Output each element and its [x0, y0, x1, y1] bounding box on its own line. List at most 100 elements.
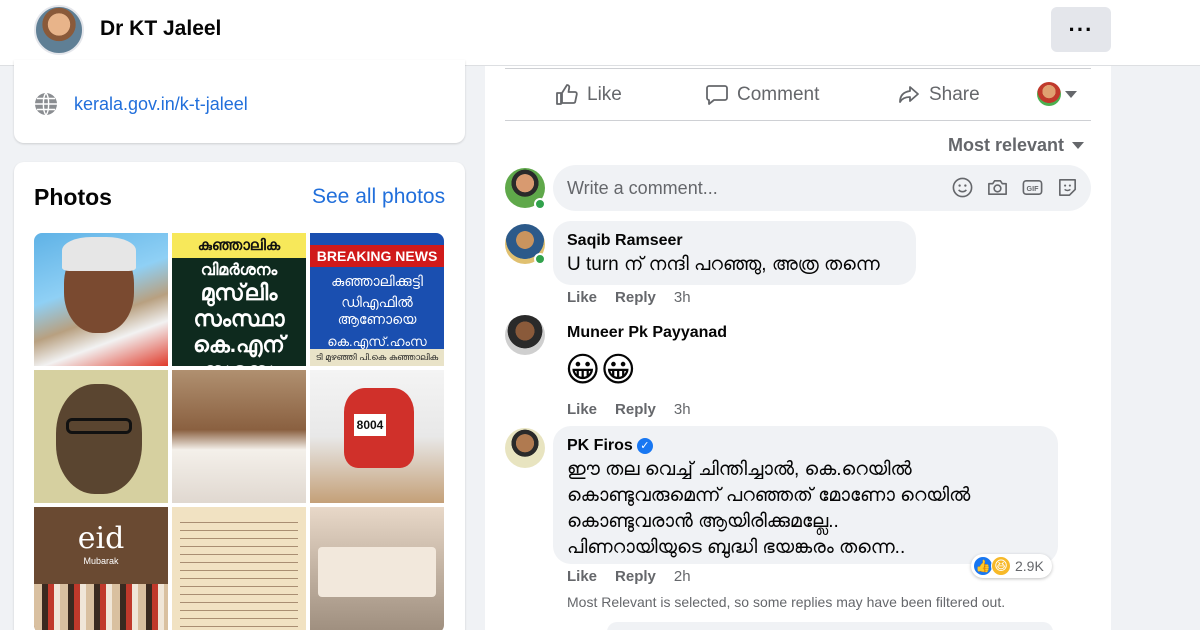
photo-text: സസ്പെ — [172, 358, 306, 366]
divider — [505, 120, 1091, 121]
comment-bubble — [607, 622, 1053, 630]
share-button[interactable]: Share — [897, 82, 980, 108]
comment-timestamp[interactable]: 2h — [674, 568, 691, 585]
crowd-figure — [34, 584, 168, 630]
comment-icon — [706, 85, 728, 105]
post-panel: Like Comment Share Most relevant Write a… — [485, 66, 1111, 630]
comment-timestamp[interactable]: 3h — [674, 289, 691, 306]
photo-text: കുഞ്ഞാലിക്കുട്ടി — [331, 273, 423, 289]
photo-thumbnail[interactable] — [310, 507, 444, 630]
like-button[interactable]: Like — [555, 82, 622, 108]
photo-thumbnail[interactable] — [172, 507, 306, 630]
comment-reply-button[interactable]: Reply — [615, 289, 656, 306]
comment-line: കൊണ്ടുവരുമെന്ന് പറഞ്ഞത് മോണോ റെയിൽ — [567, 485, 971, 506]
photo-text: കെ.എന് — [193, 332, 285, 357]
haha-reaction-icon: 😆 — [991, 556, 1011, 576]
photo-text: കുഞ്ഞാലിക — [172, 233, 306, 258]
comment-placeholder: Write a comment... — [567, 178, 718, 198]
caret-down-icon — [1065, 90, 1077, 98]
comment-actions: Like Reply 3h — [567, 289, 691, 306]
online-indicator — [534, 198, 546, 210]
sort-label: Most relevant — [948, 135, 1065, 155]
photo-text: ഡിഎഫിൽ ആണോയെ — [337, 294, 417, 327]
comment-input[interactable]: Write a comment... GIF — [553, 165, 1091, 211]
comment-bubble: PK Firos ✓ ഈ തല വെച്ച് ചിന്തിച്ചാൽ, കെ.റെ… — [553, 426, 1058, 564]
comment-button[interactable]: Comment — [705, 82, 819, 108]
photo-text: BREAKING NEWS — [310, 245, 444, 267]
photo-thumbnail[interactable] — [172, 370, 306, 503]
photos-title: Photos — [34, 184, 112, 210]
comment-text: U turn ന് നന്ദി പറഞ്ഞു, അത്ര തന്നെ — [567, 254, 880, 275]
photo-thumbnail[interactable]: 8004 — [310, 370, 444, 503]
comment-like-button[interactable]: Like — [567, 401, 597, 418]
share-label: Share — [929, 84, 980, 105]
comment-reply-button[interactable]: Reply — [615, 401, 656, 418]
photo-thumbnail[interactable]: eid Mubarak — [34, 507, 168, 630]
portrait-face — [56, 384, 142, 494]
comment-label: Comment — [737, 84, 820, 105]
page-header: Dr KT Jaleel ··· — [0, 0, 1200, 66]
camera-icon[interactable] — [986, 176, 1009, 199]
comment-like-button[interactable]: Like — [567, 568, 597, 585]
online-indicator — [534, 253, 546, 265]
comment-line: ഈ തല വെച്ച് ചിന്തിച്ചാൽ, കെ.റെയിൽ — [567, 459, 912, 480]
comment-author[interactable]: Muneer Pk Payyanad — [567, 324, 727, 342]
see-all-photos-link[interactable]: See all photos — [312, 185, 445, 209]
filter-notice: Most Relevant is selected, so some repli… — [567, 594, 1006, 610]
comment-reply-button[interactable]: Reply — [615, 568, 656, 585]
globe-icon — [35, 92, 57, 116]
photo-text: വിമർശനം — [200, 262, 278, 279]
photo-text: eid — [77, 521, 125, 556]
svg-text:GIF: GIF — [1027, 185, 1040, 193]
comment-like-button[interactable]: Like — [567, 289, 597, 306]
comment-actions: Like Reply 3h — [567, 401, 691, 418]
photo-grid: കുഞ്ഞാലിക വിമർശനം മുസ്‌ലിം സംസ്ഥാ കെ.എന്… — [34, 233, 444, 630]
photo-thumbnail[interactable] — [34, 233, 168, 366]
comment-text: ഈ തല വെച്ച് ചിന്തിച്ചാൽ, കെ.റെയിൽ കൊണ്ടു… — [567, 457, 970, 561]
photo-thumbnail[interactable]: BREAKING NEWS കുഞ്ഞാലിക്കുട്ടി ഡിഎഫിൽ ആണ… — [310, 233, 444, 366]
reaction-summary[interactable]: 👍 😆 2.9K — [971, 554, 1052, 578]
photo-text: സംസ്ഥാ — [193, 306, 285, 331]
comment-line: കൊണ്ടുവരാൻ ആയിരിക്കുമല്ലേ.. — [567, 511, 839, 532]
website-link[interactable]: kerala.gov.in/k-t-jaleel — [74, 94, 248, 115]
avatar — [1037, 82, 1061, 106]
commenter-avatar[interactable] — [505, 428, 545, 468]
commenter-avatar[interactable] — [505, 315, 545, 355]
more-options-button[interactable]: ··· — [1051, 7, 1111, 52]
verified-badge-icon: ✓ — [636, 438, 653, 454]
comment-bubble: Muneer Pk Payyanad 😀😀 — [553, 318, 743, 398]
document-lines — [180, 515, 298, 630]
comment-author[interactable]: Saqib Ramseer — [567, 232, 683, 250]
comment-author[interactable]: PK Firos — [567, 437, 633, 454]
emoji-icon[interactable] — [951, 176, 974, 199]
react-as-selector[interactable] — [1037, 82, 1077, 106]
like-reaction-icon: 👍 — [973, 556, 993, 576]
portrait-hair — [62, 237, 136, 271]
photo-text: ടി മുഴഞ്ഞി പി.കെ കുഞ്ഞാലിക — [310, 349, 444, 366]
reaction-count: 2.9K — [1015, 558, 1044, 574]
composer-tools: GIF — [951, 176, 1079, 199]
comment-bubble: Saqib Ramseer U turn ന് നന്ദി പറഞ്ഞു, അത… — [553, 221, 916, 285]
comment-line: പിണറായിയുടെ ബുദ്ധി ഭയങ്കരം തന്നെ.. — [567, 537, 906, 558]
comment-sort-dropdown[interactable]: Most relevant — [948, 135, 1085, 156]
photo-thumbnail[interactable] — [34, 370, 168, 503]
divider — [505, 68, 1091, 69]
portrait-glasses — [66, 418, 132, 434]
comment-timestamp[interactable]: 3h — [674, 401, 691, 418]
profile-avatar[interactable] — [34, 5, 84, 55]
photos-card: Photos See all photos കുഞ്ഞാലിക വിമർശനം … — [14, 162, 465, 630]
caret-down-icon — [1072, 142, 1085, 149]
comment-emoji: 😀😀 — [565, 350, 636, 390]
intro-card: kerala.gov.in/k-t-jaleel — [14, 60, 465, 143]
profile-name[interactable]: Dr KT Jaleel — [100, 17, 221, 41]
photo-text: Mubarak — [83, 556, 119, 566]
share-icon — [899, 86, 919, 103]
comment-actions: Like Reply 2h — [567, 568, 691, 585]
photo-thumbnail[interactable]: കുഞ്ഞാലിക വിമർശനം മുസ്‌ലിം സംസ്ഥാ കെ.എന്… — [172, 233, 306, 366]
gif-icon[interactable]: GIF — [1021, 176, 1044, 199]
meeting-table — [318, 547, 436, 597]
photo-text: കെ.എസ്.ഹംസ — [327, 334, 427, 349]
like-label: Like — [587, 84, 622, 105]
photo-text: 8004 — [354, 414, 386, 436]
sticker-icon[interactable] — [1056, 176, 1079, 199]
